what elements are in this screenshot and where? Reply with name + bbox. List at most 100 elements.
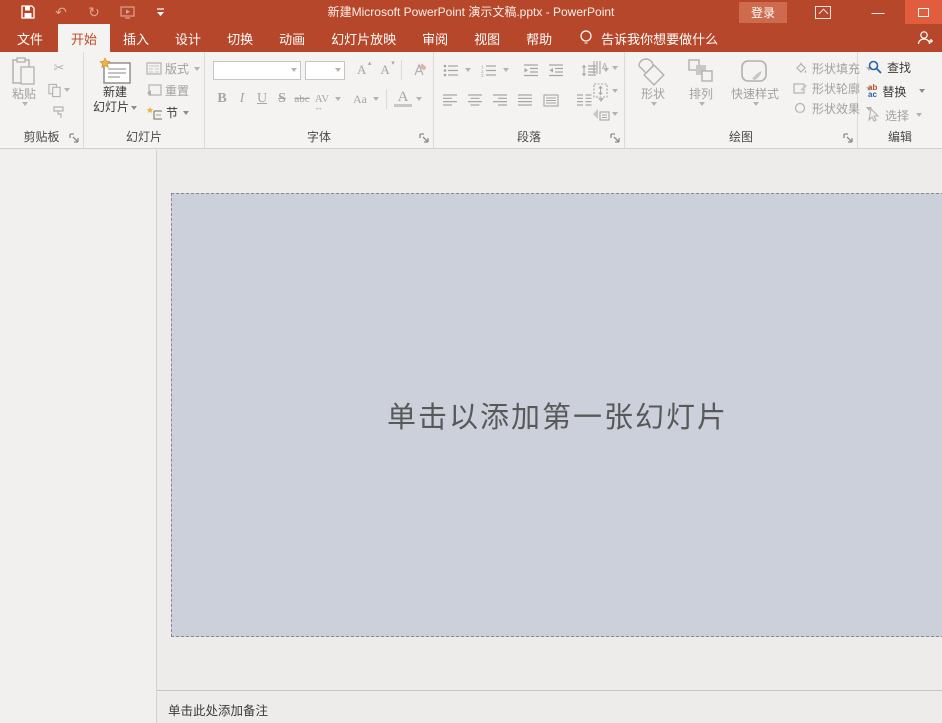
shapes-label: 形状 bbox=[641, 87, 665, 102]
text-direction-button[interactable]: A bbox=[592, 57, 618, 78]
maximize-icon[interactable] bbox=[905, 0, 942, 24]
select-button[interactable]: 选择 bbox=[868, 105, 942, 125]
section-caret-icon bbox=[183, 111, 189, 115]
ribbon-display-options-icon[interactable] bbox=[815, 6, 831, 19]
notes-placeholder-text[interactable]: 单击此处添加备注 bbox=[168, 700, 268, 719]
new-slide-label-line2: 幻灯片 bbox=[93, 100, 129, 114]
layout-button[interactable]: 版式 bbox=[146, 60, 200, 77]
bullets-button[interactable] bbox=[442, 63, 460, 78]
shapes-icon bbox=[636, 57, 670, 87]
align-left-button[interactable] bbox=[442, 93, 459, 107]
paste-icon bbox=[11, 57, 37, 87]
reset-button[interactable]: 重置 bbox=[146, 82, 200, 99]
quick-styles-icon bbox=[738, 57, 772, 87]
save-icon[interactable] bbox=[20, 4, 36, 20]
replace-ac-glyph: ac bbox=[868, 90, 877, 99]
tab-animations[interactable]: 动画 bbox=[266, 24, 318, 52]
text-shadow-button[interactable]: abc bbox=[293, 93, 311, 105]
decrease-indent-button[interactable] bbox=[522, 63, 540, 78]
columns-button[interactable] bbox=[576, 93, 593, 107]
font-name-caret-icon bbox=[291, 68, 297, 72]
tellme-box[interactable]: 告诉我你想要做什么 bbox=[579, 24, 718, 52]
shape-effects-icon bbox=[793, 102, 808, 115]
tab-design[interactable]: 设计 bbox=[162, 24, 214, 52]
select-caret-icon bbox=[916, 113, 922, 117]
tab-slideshow[interactable]: 幻灯片放映 bbox=[318, 24, 409, 52]
arrange-button[interactable]: 排列 bbox=[679, 57, 723, 129]
undo-icon[interactable]: ↶ bbox=[53, 4, 69, 20]
tab-review[interactable]: 审阅 bbox=[409, 24, 461, 52]
arrange-label: 排列 bbox=[689, 87, 713, 102]
align-right-button[interactable] bbox=[492, 93, 509, 107]
shape-effects-label: 形状效果 bbox=[812, 100, 860, 117]
shape-outline-icon bbox=[793, 82, 808, 95]
align-center-button[interactable] bbox=[467, 93, 484, 107]
notes-divider[interactable] bbox=[157, 690, 942, 691]
font-color-button[interactable]: A bbox=[394, 91, 412, 107]
underline-button[interactable]: U bbox=[253, 91, 271, 107]
tab-view[interactable]: 视图 bbox=[461, 24, 513, 52]
signin-button[interactable]: 登录 bbox=[739, 2, 787, 23]
layout-label: 版式 bbox=[165, 60, 189, 77]
redo-icon[interactable]: ↻ bbox=[86, 4, 102, 20]
start-slideshow-icon[interactable] bbox=[119, 4, 135, 20]
bold-button[interactable]: B bbox=[213, 91, 231, 107]
replace-button[interactable]: abac 替换 bbox=[868, 81, 942, 101]
shrink-font-button[interactable]: A bbox=[380, 62, 389, 78]
change-case-caret-icon bbox=[373, 97, 379, 101]
increase-indent-button[interactable] bbox=[547, 63, 565, 78]
tab-help[interactable]: 帮助 bbox=[513, 24, 565, 52]
copy-icon[interactable] bbox=[48, 81, 70, 99]
font-name-combobox[interactable] bbox=[213, 61, 301, 80]
find-icon bbox=[868, 60, 882, 74]
shapes-button[interactable]: 形状 bbox=[631, 57, 675, 129]
find-label: 查找 bbox=[887, 59, 911, 76]
numbering-button[interactable]: 123 bbox=[480, 63, 498, 78]
ribbon: 粘贴 ✂ 剪贴板 新建 幻灯片 bbox=[0, 52, 942, 149]
convert-to-smartart-button[interactable] bbox=[592, 103, 618, 124]
character-spacing-glyph: AV bbox=[315, 93, 329, 105]
tab-transitions[interactable]: 切换 bbox=[214, 24, 266, 52]
tab-insert[interactable]: 插入 bbox=[110, 24, 162, 52]
find-button[interactable]: 查找 bbox=[868, 57, 942, 77]
new-slide-button[interactable]: 新建 幻灯片 bbox=[92, 57, 138, 129]
format-painter-icon[interactable] bbox=[48, 103, 70, 121]
grow-font-button[interactable]: A bbox=[357, 62, 366, 78]
character-spacing-caret-icon bbox=[335, 97, 341, 101]
group-slides: 新建 幻灯片 版式 重置 节 幻灯片 bbox=[84, 52, 205, 148]
font-size-combobox[interactable] bbox=[305, 61, 345, 80]
clipboard-dialog-launcher-icon[interactable] bbox=[69, 133, 80, 144]
strikethrough-button[interactable]: S bbox=[273, 91, 291, 107]
ribbon-tab-bar: 文件 开始 插入 设计 切换 动画 幻灯片放映 审阅 视图 帮助 告诉我你想要做… bbox=[0, 24, 942, 52]
paste-label: 粘贴 bbox=[12, 87, 36, 102]
titlebar-controls: 登录 — bbox=[739, 0, 942, 24]
numbering-caret-icon bbox=[503, 68, 509, 72]
tab-home[interactable]: 开始 bbox=[58, 24, 110, 52]
add-person-icon[interactable] bbox=[916, 29, 934, 47]
tab-file[interactable]: 文件 bbox=[2, 24, 58, 52]
section-button[interactable]: 节 bbox=[146, 104, 200, 121]
align-text-button[interactable] bbox=[592, 80, 618, 101]
font-dialog-launcher-icon[interactable] bbox=[419, 133, 430, 144]
distribute-button[interactable] bbox=[542, 93, 560, 108]
layout-icon bbox=[146, 62, 162, 75]
paragraph-dialog-launcher-icon[interactable] bbox=[610, 133, 621, 144]
italic-button[interactable]: I bbox=[233, 91, 251, 107]
minimize-icon[interactable]: — bbox=[863, 5, 893, 20]
lightbulb-icon bbox=[579, 29, 593, 47]
drawing-dialog-launcher-icon[interactable] bbox=[843, 133, 854, 144]
character-spacing-button[interactable]: AV bbox=[313, 93, 331, 105]
paste-button[interactable]: 粘贴 bbox=[6, 57, 42, 129]
arrange-caret-icon bbox=[699, 102, 705, 106]
clear-formatting-button[interactable] bbox=[411, 63, 427, 78]
quick-styles-button[interactable]: 快速样式 bbox=[727, 57, 783, 129]
slide-thumbnail-panel[interactable] bbox=[0, 150, 157, 723]
qat-dropdown-icon[interactable] bbox=[152, 4, 168, 20]
new-slide-placeholder[interactable]: 单击以添加第一张幻灯片 bbox=[171, 193, 942, 637]
quick-styles-caret-icon bbox=[753, 102, 759, 106]
change-case-button[interactable]: Aa bbox=[351, 92, 369, 107]
tellme-label: 告诉我你想要做什么 bbox=[601, 29, 718, 48]
shapes-caret-icon bbox=[651, 102, 657, 106]
justify-button[interactable] bbox=[517, 93, 534, 107]
cut-icon[interactable]: ✂ bbox=[48, 59, 70, 77]
